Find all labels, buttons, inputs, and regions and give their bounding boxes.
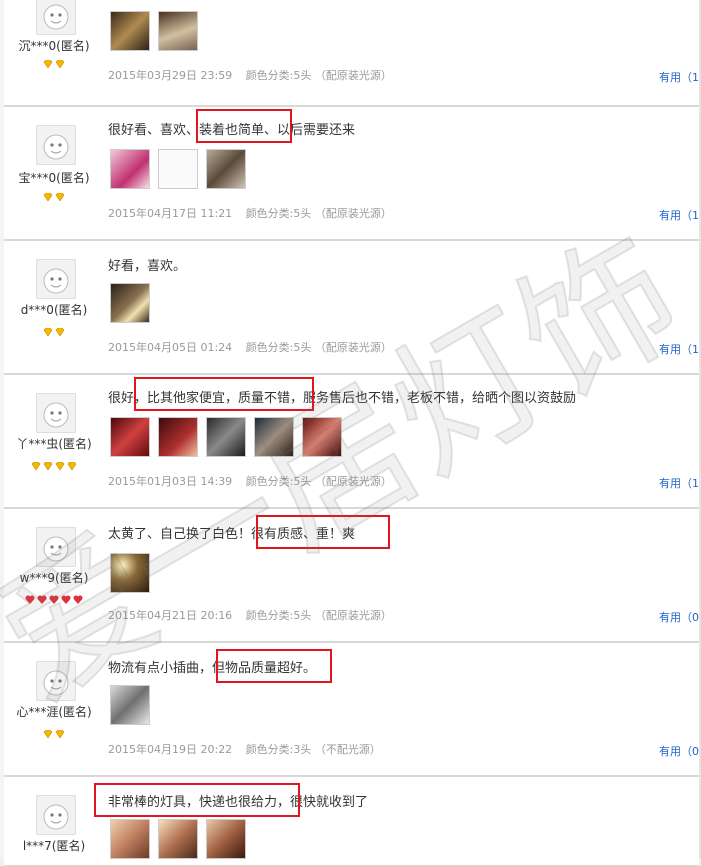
- buyer-rank-diamond-icon: [4, 723, 104, 738]
- avatar[interactable]: [36, 661, 76, 701]
- review-meta: 2015年04月19日 20:22 颜色分类:3头 （不配光源）: [108, 741, 391, 757]
- sku-info: 颜色分类:5头 （配原装光源）: [245, 609, 392, 622]
- review-meta: 2015年01月03日 14:39 颜色分类:5头 （配原装光源）: [108, 473, 402, 489]
- avatar[interactable]: [36, 0, 76, 35]
- username[interactable]: d***0(匿名): [4, 301, 104, 318]
- buyer-rank-diamond-icon: [4, 455, 104, 470]
- review-photo[interactable]: [158, 11, 198, 51]
- buyer-rank-heart-icon: [4, 589, 104, 604]
- review-photo[interactable]: [110, 685, 150, 725]
- review-date: 2015年04月17日 11:21: [108, 207, 233, 220]
- review-comment: 好看，喜欢。: [108, 259, 187, 274]
- avatar[interactable]: [36, 259, 76, 299]
- sku-info: 颜色分类:5头 （配原装光源）: [245, 341, 392, 354]
- review-date: 2015年04月05日 01:24: [108, 341, 233, 354]
- review-date: 2015年04月21日 20:16: [108, 609, 233, 622]
- review-photo[interactable]: [110, 11, 150, 51]
- buyer-rank-diamond-icon: [4, 186, 104, 201]
- buyer-rank-diamond-icon: [4, 321, 104, 336]
- review-meta: 2015年04月21日 20:16 颜色分类:5头 （配原装光源）: [108, 607, 402, 623]
- review-photo[interactable]: [206, 819, 246, 859]
- review-item: d***0(匿名) 好看，喜欢。 2015年04月05日 01:24 颜色分类:…: [4, 240, 699, 374]
- review-date: 2015年04月19日 20:22: [108, 743, 233, 756]
- review-list: 沉***0(匿名) 2015年03月29日 23:59 颜色分类:5头 （配原装…: [0, 0, 701, 866]
- review-photo[interactable]: [110, 417, 150, 457]
- review-meta: 2015年04月05日 01:24 颜色分类:5头 （配原装光源）: [108, 339, 402, 355]
- review-item: w***9(匿名) 太黄了、自己换了白色！很有质感、重！爽 2015年04月21…: [4, 508, 699, 642]
- review-photo[interactable]: [158, 819, 198, 859]
- review-photo[interactable]: [206, 149, 246, 189]
- review-date: 2015年01月03日 14:39: [108, 475, 233, 488]
- review-date: 2015年03月29日 23:59: [108, 69, 233, 82]
- review-item: 丫***虫(匿名) 很好，比其他家便宜，质量不错，服务售后也不错，老板不错，给晒…: [4, 374, 699, 508]
- avatar[interactable]: [36, 795, 76, 835]
- review-photo[interactable]: [110, 819, 150, 859]
- useful-button[interactable]: 有用（1: [659, 341, 699, 357]
- username[interactable]: 沉***0(匿名): [4, 37, 104, 54]
- highlight-box: [196, 109, 292, 143]
- sku-info: 颜色分类:3头 （不配光源）: [245, 743, 381, 756]
- username[interactable]: 丫***虫(匿名): [4, 435, 104, 452]
- highlight-box: [134, 377, 314, 411]
- highlight-box: [216, 649, 332, 683]
- useful-button[interactable]: 有用（1: [659, 475, 699, 491]
- review-photo[interactable]: [302, 417, 342, 457]
- useful-button[interactable]: 有用（1: [659, 69, 699, 85]
- useful-button[interactable]: 有用（0: [659, 609, 699, 625]
- highlight-box: [94, 783, 300, 817]
- review-item: 心***涯(匿名) 物流有点小插曲，但物品质量超好。 2015年04月19日 2…: [4, 642, 699, 776]
- username[interactable]: w***9(匿名): [4, 569, 104, 586]
- review-item: 沉***0(匿名) 2015年03月29日 23:59 颜色分类:5头 （配原装…: [4, 0, 699, 106]
- username[interactable]: 宝***0(匿名): [4, 169, 104, 186]
- username[interactable]: l***7(匿名): [4, 837, 104, 854]
- review-item: l***7(匿名) 非常棒的灯具，快递也很给力，很快就收到了: [4, 776, 699, 866]
- review-meta: 2015年03月29日 23:59 颜色分类:5头 （配原装光源）: [108, 67, 402, 83]
- review-item: 宝***0(匿名) 很好看、喜欢、装着也简单、以后需要还来 2015年04月17…: [4, 106, 699, 240]
- sku-info: 颜色分类:5头 （配原装光源）: [245, 207, 392, 220]
- useful-button[interactable]: 有用（1: [659, 207, 699, 223]
- highlight-box: [256, 515, 390, 549]
- avatar[interactable]: [36, 527, 76, 567]
- review-photo[interactable]: [110, 553, 150, 593]
- review-photo[interactable]: [206, 417, 246, 457]
- useful-button[interactable]: 有用（0: [659, 743, 699, 759]
- review-meta: 2015年04月17日 11:21 颜色分类:5头 （配原装光源）: [108, 205, 402, 221]
- avatar[interactable]: [36, 125, 76, 165]
- sku-info: 颜色分类:5头 （配原装光源）: [245, 475, 392, 488]
- review-photo[interactable]: [158, 417, 198, 457]
- buyer-rank-diamond-icon: [4, 53, 104, 68]
- review-photo[interactable]: [110, 283, 150, 323]
- username[interactable]: 心***涯(匿名): [4, 703, 104, 720]
- sku-info: 颜色分类:5头 （配原装光源）: [245, 69, 392, 82]
- review-photo[interactable]: [110, 149, 150, 189]
- review-photo[interactable]: [254, 417, 294, 457]
- avatar[interactable]: [36, 393, 76, 433]
- review-photo[interactable]: [158, 149, 198, 189]
